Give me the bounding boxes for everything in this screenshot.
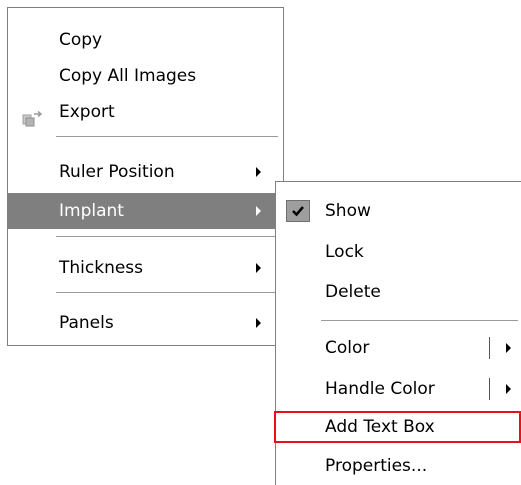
- submenu-arrow-icon: [256, 318, 261, 328]
- submenu-arrow-icon: [506, 384, 511, 394]
- submenu-item-label: Show: [325, 201, 371, 221]
- split-divider: [489, 337, 490, 359]
- menu-item-implant[interactable]: Implant: [8, 193, 283, 229]
- submenu-item-show[interactable]: Show: [276, 193, 521, 229]
- submenu-item-handle-color[interactable]: Handle Color: [276, 371, 521, 407]
- split-divider: [489, 378, 490, 400]
- menu-item-export[interactable]: Export: [8, 94, 283, 130]
- menu-item-panels[interactable]: Panels: [8, 305, 283, 341]
- export-icon: [22, 104, 44, 127]
- menu-item-label: Implant: [59, 201, 124, 221]
- submenu-item-add-text-box[interactable]: Add Text Box: [274, 411, 521, 443]
- menu-item-thickness[interactable]: Thickness: [8, 250, 283, 286]
- submenu-item-color[interactable]: Color: [276, 330, 521, 366]
- submenu-item-lock[interactable]: Lock: [276, 234, 521, 270]
- menu-item-label: Ruler Position: [59, 162, 175, 182]
- menu-separator: [56, 236, 278, 238]
- menu-separator: [321, 320, 518, 322]
- submenu-item-label: Properties...: [325, 456, 428, 476]
- submenu-arrow-icon: [256, 206, 261, 216]
- submenu-arrow-icon: [256, 167, 261, 177]
- menu-separator: [56, 136, 278, 138]
- submenu-item-label: Handle Color: [325, 379, 435, 399]
- menu-item-label: Copy All Images: [59, 66, 197, 86]
- submenu-item-delete[interactable]: Delete: [276, 274, 521, 310]
- submenu-item-label: Lock: [325, 242, 364, 262]
- menu-item-copy-all-images[interactable]: Copy All Images: [8, 58, 283, 94]
- submenu-item-label: Add Text Box: [325, 417, 435, 437]
- menu-item-ruler-position[interactable]: Ruler Position: [8, 154, 283, 190]
- implant-submenu: Show Lock Delete Color Handle Color Add …: [274, 181, 521, 485]
- submenu-item-label: Delete: [325, 282, 381, 302]
- menu-item-label: Copy: [59, 30, 103, 50]
- menu-item-label: Panels: [59, 313, 114, 333]
- context-menu: Copy Copy All Images Export Ruler Positi…: [7, 7, 284, 346]
- submenu-item-label: Color: [325, 338, 370, 358]
- submenu-arrow-icon: [256, 263, 261, 273]
- menu-separator: [56, 292, 278, 294]
- checkmark-icon: [286, 200, 310, 222]
- menu-item-label: Export: [59, 102, 115, 122]
- menu-item-label: Thickness: [59, 258, 144, 278]
- submenu-item-properties[interactable]: Properties...: [276, 448, 521, 484]
- menu-item-copy[interactable]: Copy: [8, 22, 283, 58]
- submenu-arrow-icon: [506, 343, 511, 353]
